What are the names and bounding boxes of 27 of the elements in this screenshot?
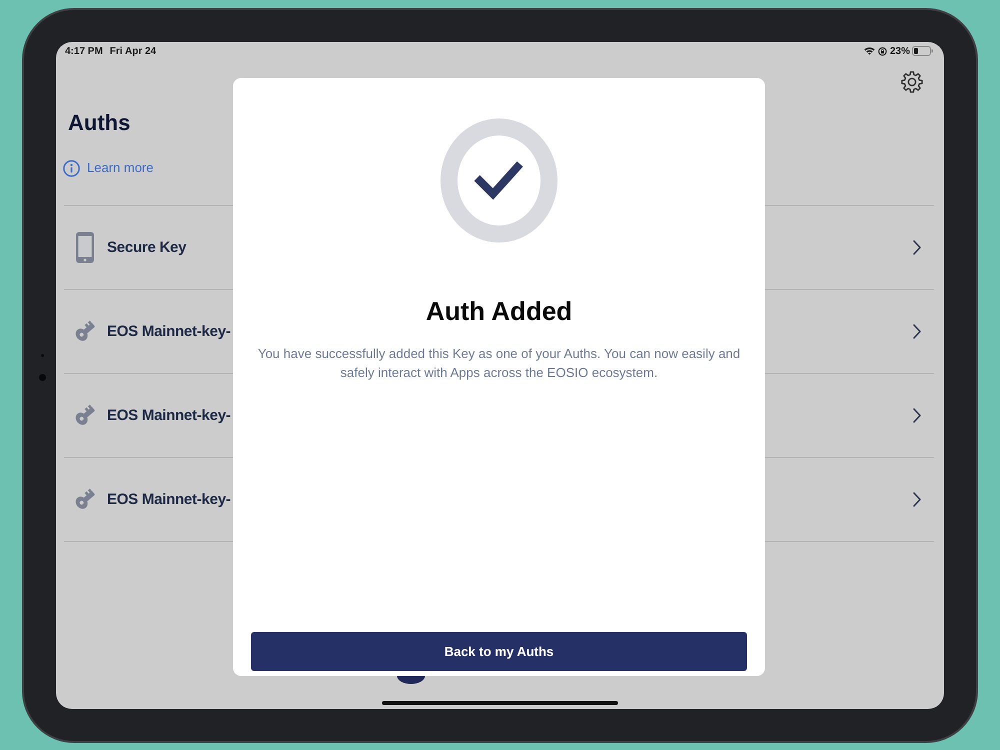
status-date: Fri Apr 24 [110, 46, 156, 56]
back-button[interactable]: Back to my Auths [251, 632, 747, 671]
chevron-icon[interactable] [913, 324, 921, 339]
wifi-icon [864, 47, 875, 55]
key-icon [74, 320, 96, 343]
auth-name[interactable]: EOS Mainnet-key- [107, 491, 231, 508]
check-circle-icon [440, 118, 558, 243]
page-title: Auths [68, 109, 130, 137]
chevron-icon[interactable] [913, 492, 921, 507]
chevron-icon[interactable] [913, 240, 921, 255]
phone-icon [76, 232, 94, 263]
status-time: 4:17 PM [65, 46, 103, 56]
camera-lens-icon [39, 374, 46, 381]
auth-name[interactable]: EOS Mainnet-key- [107, 407, 231, 424]
dialog-message: You have successfully added this Key as one of your Auths. You can now easily and safely interact with Apps across the EOSIO ecosystem. [256, 345, 742, 382]
key-icon [74, 488, 96, 511]
key-icon [74, 404, 96, 427]
floating-action-button[interactable] [397, 676, 425, 684]
rotation-lock-icon [878, 46, 887, 56]
chevron-icon[interactable] [913, 408, 921, 423]
auth-name[interactable]: EOS Mainnet-key- [107, 323, 231, 340]
settings-icon[interactable] [900, 70, 924, 94]
info-icon [63, 160, 80, 176]
battery-icon [912, 46, 933, 56]
dialog-title: Auth Added [426, 295, 572, 328]
battery-percent: 23% [890, 46, 910, 56]
auth-name[interactable]: Secure Key [107, 239, 186, 256]
